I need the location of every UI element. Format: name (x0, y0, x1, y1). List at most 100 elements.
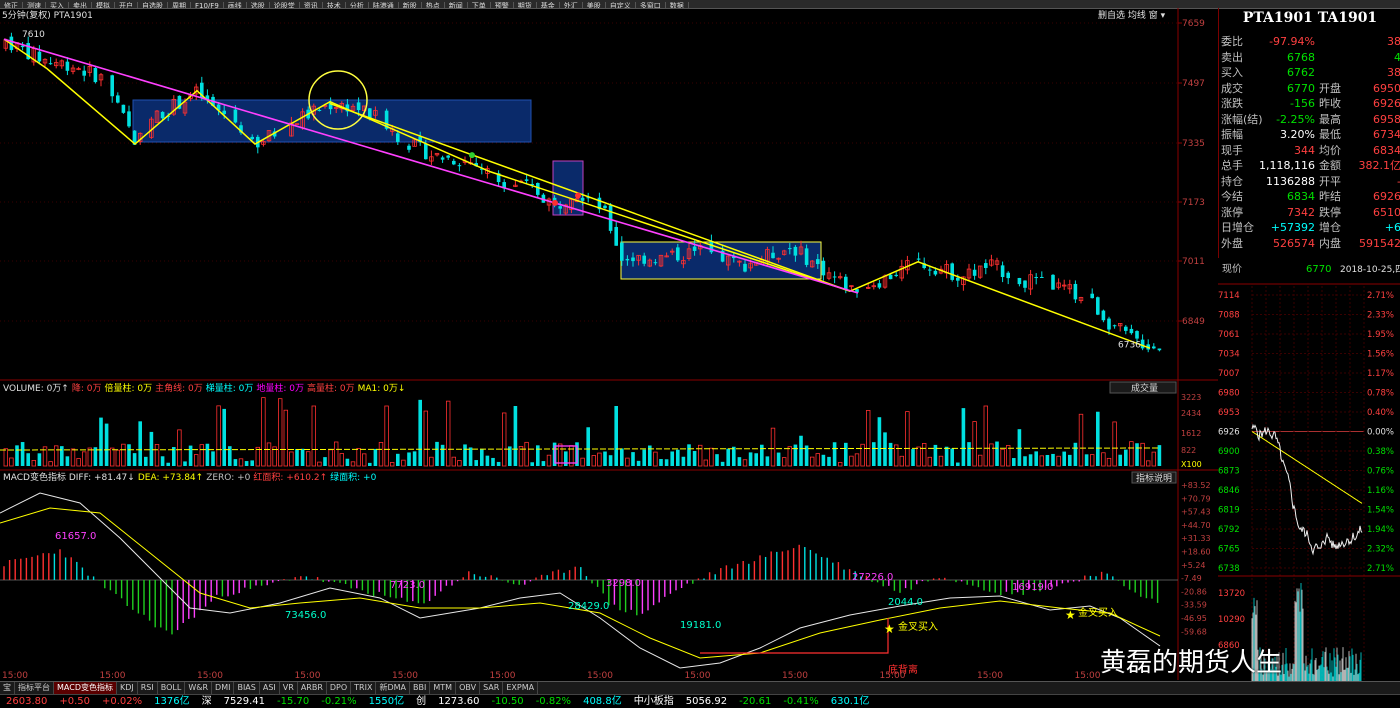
macd-tick-label: -59.68 (1181, 627, 1207, 636)
quote-value-2: 6734 (1373, 127, 1400, 142)
volume-bar (1012, 458, 1016, 466)
mini-price-tick: 6980 (1218, 389, 1240, 399)
volume-legend-item: VOLUME: 0万↑ (3, 384, 69, 394)
time-axis-label: 15:00 (1075, 671, 1101, 680)
candle-body (642, 256, 646, 264)
macd-annotation: 28429.0 (568, 601, 609, 612)
ticker-item: 5056.92 (680, 695, 733, 708)
indicator-tab[interactable]: RSI (138, 682, 158, 694)
quote-value: 1136288 (1266, 174, 1315, 189)
volume-bar (379, 442, 383, 466)
volume-bar (838, 462, 842, 466)
volume-bar (984, 406, 988, 466)
quote-key-2: 昨收 (1319, 96, 1341, 111)
indicator-tab[interactable]: SAR (480, 682, 503, 694)
volume-bar (536, 445, 540, 466)
volume-tick-label: 2434 (1181, 409, 1201, 418)
indicator-tab[interactable]: KDJ (117, 682, 138, 694)
candle-body (1006, 273, 1010, 278)
volume-bar (710, 448, 714, 466)
volume-bar (362, 454, 366, 466)
mini-pct-tick: 1.17% (1367, 369, 1394, 379)
mini-pct-tick: 0.76% (1367, 467, 1394, 477)
now-price-value: 6770 (1306, 264, 1331, 275)
index-ticker: 2603.80+0.50+0.02%1376亿深7529.41-15.70-0.… (0, 694, 1400, 708)
quote-key-2: 均价 (1319, 143, 1341, 158)
indicator-tab[interactable]: EXPMA (503, 682, 538, 694)
indicator-tab[interactable]: 指标平台 (15, 682, 54, 694)
volume-bar (486, 456, 490, 466)
price-tick-label: 7173 (1182, 198, 1205, 208)
quote-value: 6762 (1287, 65, 1315, 80)
volume-bar (211, 451, 215, 466)
ticker-item: 2603.80 (0, 695, 53, 708)
volume-bar (133, 453, 137, 466)
indicator-tab[interactable]: MTM (430, 682, 456, 694)
indicator-tab[interactable]: OBV (456, 682, 480, 694)
indicator-tab[interactable]: BOLL (158, 682, 186, 694)
quote-value: -156 (1290, 96, 1315, 111)
indicator-tab[interactable]: BIAS (234, 682, 259, 694)
ticker-item: +0.50 (53, 695, 96, 708)
volume-bar (850, 456, 854, 466)
candle-body (626, 259, 630, 260)
volume-bar (542, 461, 546, 466)
quote-key: 今结 (1221, 189, 1243, 204)
volume-bar (250, 460, 254, 466)
indicator-tab[interactable]: MACD变色指标 (54, 682, 117, 694)
indicator-tab[interactable]: BBI (410, 682, 430, 694)
quote-date: 2018-10-25,四 (1340, 265, 1400, 275)
candle-body (581, 198, 585, 201)
volume-tick-label: 1612 (1181, 429, 1201, 438)
quote-row: 现手344均价6834 (1221, 143, 1400, 159)
mini-price-tick: 6792 (1218, 525, 1240, 535)
macd-legend-item: MACD变色指标 DIFF: +81.47↓ (3, 471, 135, 483)
quote-key-2: 开盘 (1319, 81, 1341, 96)
intraday-mini-chart[interactable]: 现价67702018-10-25,四71142.71%70882.33%7061… (1218, 258, 1400, 681)
indicator-tab[interactable]: DMI (212, 682, 234, 694)
volume-bar (738, 457, 742, 466)
volume-bar (715, 454, 719, 466)
volume-bar (911, 449, 915, 466)
volume-bar (771, 428, 775, 466)
volume-bar (1068, 455, 1072, 466)
candle-body (1124, 327, 1128, 331)
volume-bar (1096, 412, 1100, 466)
volume-bar (357, 448, 361, 466)
indicator-tab[interactable]: 新DMA (376, 682, 410, 694)
volume-bar (704, 460, 708, 466)
volume-tick-label: 822 (1181, 446, 1196, 455)
mini-price-tick: 7114 (1218, 291, 1240, 301)
volume-bar (368, 463, 372, 466)
volume-bar (749, 452, 753, 466)
indicator-tab[interactable]: VR (280, 682, 298, 694)
main-chart[interactable]: 5分钟(复权) PTA1901删自选 均线 窗 ▾765974977335717… (0, 8, 1218, 680)
volume-bar (922, 443, 926, 466)
mini-price-tick: 7007 (1218, 369, 1240, 379)
indicator-tab[interactable]: W&R (185, 682, 212, 694)
volume-bar (1085, 454, 1089, 466)
indicator-tab[interactable]: 宝 (0, 682, 15, 694)
indicator-tab[interactable]: ARBR (298, 682, 327, 694)
indicator-tab[interactable]: TRIX (351, 682, 376, 694)
macd-annotation: 金叉买入 (898, 620, 938, 633)
indicator-tab[interactable]: DPO (327, 682, 351, 694)
volume-bar (217, 406, 221, 466)
quote-key: 涨幅(结) (1221, 112, 1263, 127)
volume-bar (990, 444, 994, 466)
volume-bar (827, 457, 831, 466)
macd-annotation: 19181.0 (680, 620, 721, 631)
candle-body (1107, 319, 1111, 330)
candle-body (110, 75, 114, 96)
volume-bar (458, 461, 462, 466)
quote-value: -97.94% (1269, 34, 1315, 49)
volume-bar (122, 444, 126, 466)
candle-body (368, 108, 372, 118)
volume-bar (967, 442, 971, 466)
volume-bar (693, 451, 697, 466)
indicator-tab[interactable]: ASI (260, 682, 280, 694)
volume-bar (1141, 443, 1145, 466)
volume-bar (609, 455, 613, 466)
volume-bar (1057, 456, 1061, 466)
volume-bar (598, 453, 602, 466)
